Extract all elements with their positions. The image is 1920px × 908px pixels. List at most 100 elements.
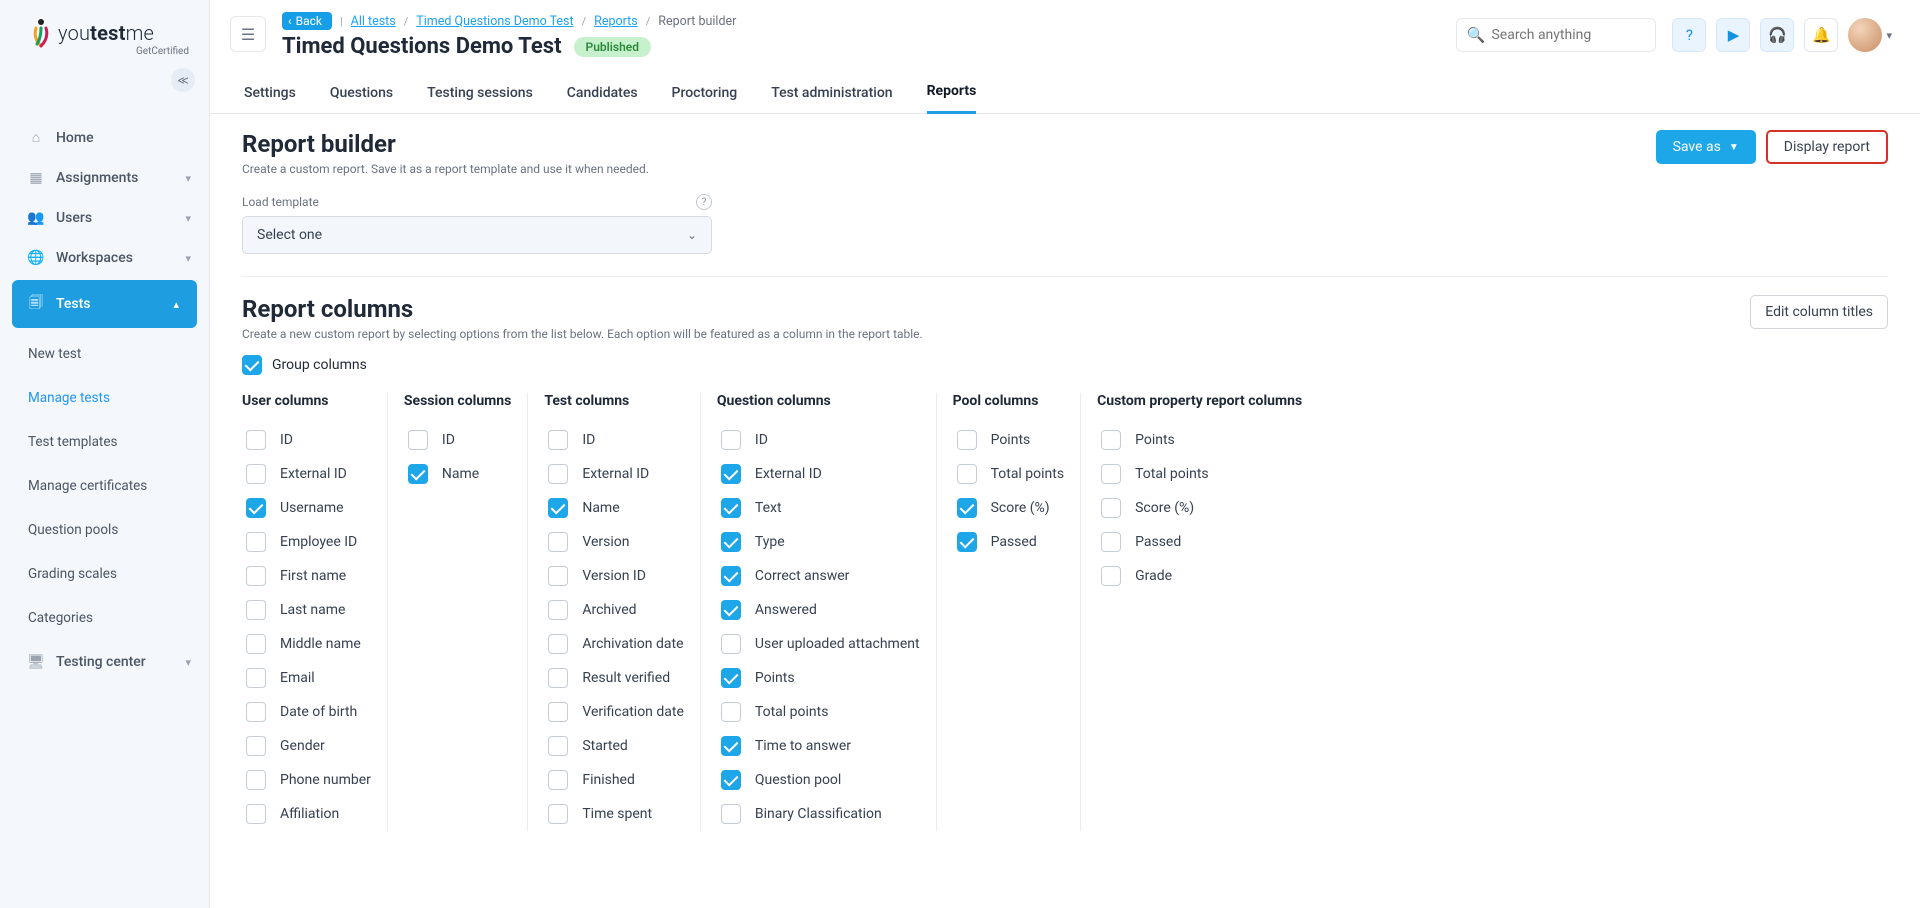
nav-assignments[interactable]: ▦ Assignments ▾ xyxy=(0,158,209,198)
column-option-checkbox[interactable] xyxy=(246,770,266,790)
group-columns-checkbox[interactable] xyxy=(242,355,262,375)
subnav-new-test[interactable]: New test xyxy=(0,332,209,376)
tab-testing-sessions[interactable]: Testing sessions xyxy=(427,85,533,113)
breadcrumb-test-name[interactable]: Timed Questions Demo Test xyxy=(416,14,573,29)
nav-workspaces[interactable]: 🌐 Workspaces ▾ xyxy=(0,238,209,278)
column-option-checkbox[interactable] xyxy=(548,770,568,790)
column-option-checkbox[interactable] xyxy=(721,634,741,654)
column-option-checkbox[interactable] xyxy=(548,600,568,620)
column-option-checkbox[interactable] xyxy=(548,430,568,450)
column-option: Total points xyxy=(717,695,920,729)
column-option-checkbox[interactable] xyxy=(721,566,741,586)
notifications-button[interactable]: 🔔 xyxy=(1804,18,1838,52)
column-option-checkbox[interactable] xyxy=(246,736,266,756)
search-input[interactable] xyxy=(1456,18,1656,52)
column-option-checkbox[interactable] xyxy=(246,464,266,484)
column-option-checkbox[interactable] xyxy=(246,668,266,688)
column-option-checkbox[interactable] xyxy=(246,702,266,722)
column-option-checkbox[interactable] xyxy=(721,770,741,790)
column-option-checkbox[interactable] xyxy=(721,668,741,688)
columns-header: Report columns Create a new custom repor… xyxy=(242,295,1888,341)
column-option-checkbox[interactable] xyxy=(548,634,568,654)
column-option-checkbox[interactable] xyxy=(721,600,741,620)
save-as-button[interactable]: Save as ▼ xyxy=(1656,130,1756,164)
back-button[interactable]: ‹ Back xyxy=(282,12,332,30)
subnav-categories[interactable]: Categories xyxy=(0,596,209,640)
column-option-checkbox[interactable] xyxy=(548,498,568,518)
column-option: First name xyxy=(242,559,371,593)
column-option-checkbox[interactable] xyxy=(548,736,568,756)
column-option-checkbox[interactable] xyxy=(721,736,741,756)
tab-settings[interactable]: Settings xyxy=(244,85,296,113)
column-option: Result verified xyxy=(544,661,684,695)
column-option-checkbox[interactable] xyxy=(548,668,568,688)
user-menu[interactable]: ▾ xyxy=(1848,18,1892,52)
back-label: Back xyxy=(296,14,322,28)
subnav-manage-certs[interactable]: Manage certificates xyxy=(0,464,209,508)
nav-tests[interactable]: 🗐 Tests ▴ xyxy=(12,280,197,328)
support-button[interactable]: 🎧 xyxy=(1760,18,1794,52)
column-option-checkbox[interactable] xyxy=(548,566,568,586)
edit-column-titles-button[interactable]: Edit column titles xyxy=(1750,295,1888,329)
breadcrumb-separator: | xyxy=(340,15,343,28)
column-option: Points xyxy=(1097,423,1302,457)
column-option-checkbox[interactable] xyxy=(246,804,266,824)
tab-reports[interactable]: Reports xyxy=(927,83,977,114)
column-option-label: Version ID xyxy=(582,568,646,584)
subnav-grading-scales[interactable]: Grading scales xyxy=(0,552,209,596)
breadcrumb-all-tests[interactable]: All tests xyxy=(351,14,396,29)
tab-test-admin[interactable]: Test administration xyxy=(771,85,892,113)
column-option-checkbox[interactable] xyxy=(1101,464,1121,484)
column-option-checkbox[interactable] xyxy=(957,498,977,518)
column-option-checkbox[interactable] xyxy=(1101,430,1121,450)
nav-home[interactable]: ⌂ Home xyxy=(0,117,209,158)
column-option-checkbox[interactable] xyxy=(548,464,568,484)
column-option-checkbox[interactable] xyxy=(246,532,266,552)
breadcrumb-reports[interactable]: Reports xyxy=(594,14,638,29)
column-option: Username xyxy=(242,491,371,525)
column-option-checkbox[interactable] xyxy=(408,464,428,484)
column-option-checkbox[interactable] xyxy=(246,566,266,586)
column-option: Gender xyxy=(242,729,371,763)
help-icon[interactable]: ? xyxy=(696,194,712,210)
column-option-checkbox[interactable] xyxy=(1101,566,1121,586)
menu-toggle-button[interactable]: ☰ xyxy=(230,16,266,52)
column-option-label: First name xyxy=(280,568,346,584)
play-button[interactable]: ▶ xyxy=(1716,18,1750,52)
column-option-checkbox[interactable] xyxy=(408,430,428,450)
column-groups: User columnsIDExternal IDUsernameEmploye… xyxy=(242,393,1888,831)
column-option-checkbox[interactable] xyxy=(721,498,741,518)
column-option-checkbox[interactable] xyxy=(957,464,977,484)
column-option-checkbox[interactable] xyxy=(721,430,741,450)
nav-users[interactable]: 👥 Users ▾ xyxy=(0,198,209,238)
column-option-checkbox[interactable] xyxy=(957,430,977,450)
column-option-checkbox[interactable] xyxy=(246,498,266,518)
column-option-checkbox[interactable] xyxy=(721,464,741,484)
columns-titles: Report columns Create a new custom repor… xyxy=(242,295,923,341)
column-option-checkbox[interactable] xyxy=(548,804,568,824)
column-option-checkbox[interactable] xyxy=(957,532,977,552)
nav-testing-center[interactable]: 🖥 Testing center ▾ xyxy=(0,642,209,682)
column-option-checkbox[interactable] xyxy=(721,804,741,824)
tab-proctoring[interactable]: Proctoring xyxy=(672,85,738,113)
subnav-test-templates[interactable]: Test templates xyxy=(0,420,209,464)
column-option-checkbox[interactable] xyxy=(1101,498,1121,518)
help-button[interactable]: ? xyxy=(1672,18,1706,52)
tab-questions[interactable]: Questions xyxy=(330,85,393,113)
column-option-label: Points xyxy=(755,670,795,686)
column-option-checkbox[interactable] xyxy=(721,702,741,722)
display-report-button[interactable]: Display report xyxy=(1766,130,1888,164)
column-option-checkbox[interactable] xyxy=(246,634,266,654)
subnav-manage-tests[interactable]: Manage tests xyxy=(0,376,209,420)
column-option-checkbox[interactable] xyxy=(548,532,568,552)
column-option-checkbox[interactable] xyxy=(1101,532,1121,552)
column-option-checkbox[interactable] xyxy=(246,600,266,620)
tab-candidates[interactable]: Candidates xyxy=(567,85,638,113)
subnav-question-pools[interactable]: Question pools xyxy=(0,508,209,552)
column-option-checkbox[interactable] xyxy=(246,430,266,450)
column-option: Total points xyxy=(1097,457,1302,491)
load-template-select[interactable]: Select one ⌄ xyxy=(242,216,712,254)
column-option-checkbox[interactable] xyxy=(721,532,741,552)
column-option-checkbox[interactable] xyxy=(548,702,568,722)
sidebar-collapse-button[interactable]: ≪ xyxy=(171,68,195,92)
